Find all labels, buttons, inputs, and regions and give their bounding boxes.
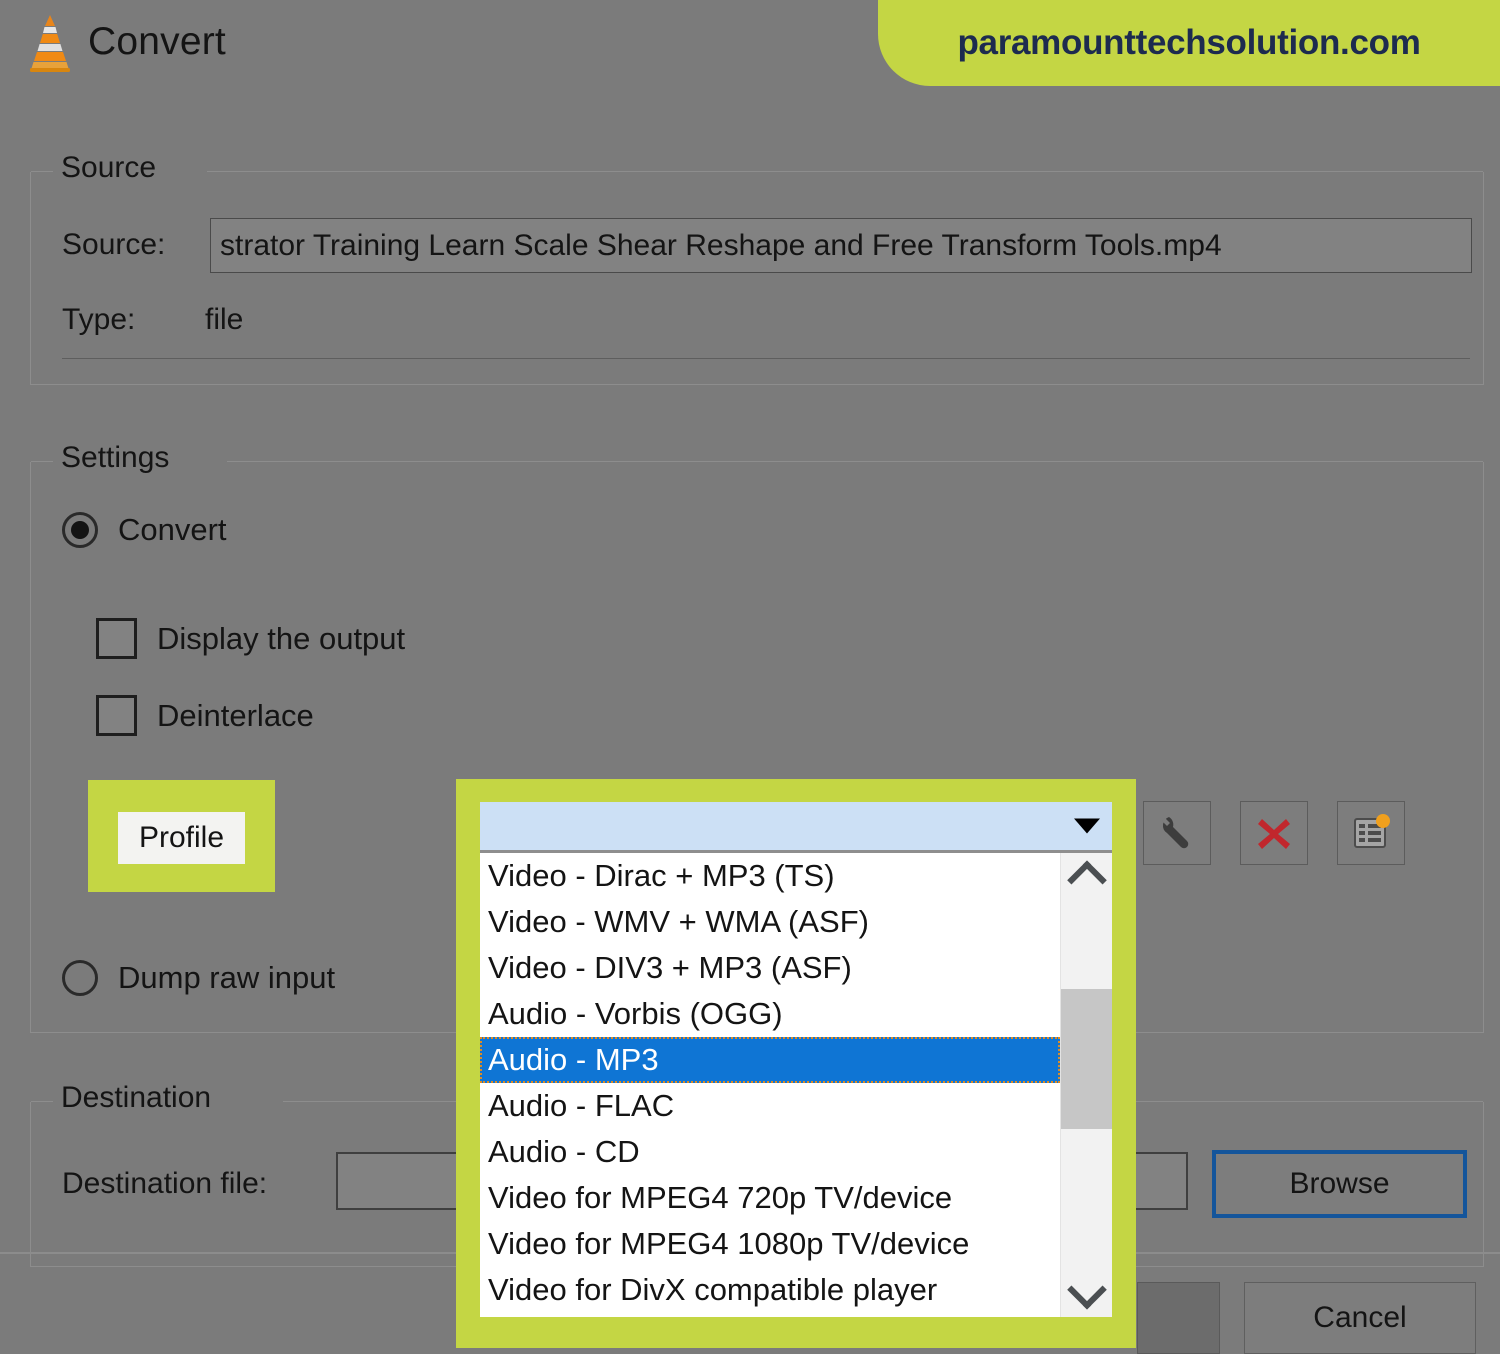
profile-option[interactable]: Video for MPEG4 720p TV/device — [480, 1175, 1060, 1221]
chevron-down-icon[interactable] — [1074, 818, 1100, 834]
cancel-button[interactable]: Cancel — [1244, 1282, 1476, 1354]
destination-group-title: Destination — [53, 1081, 220, 1115]
source-group-title: Source — [53, 151, 165, 185]
edit-profile-button[interactable] — [1143, 801, 1211, 865]
profile-option[interactable]: Video - Dirac + MP3 (TS) — [480, 853, 1060, 899]
profile-option[interactable]: Audio - Vorbis (OGG) — [480, 991, 1060, 1037]
profile-label: Profile — [118, 812, 245, 864]
vlc-cone-icon — [30, 15, 70, 72]
start-button[interactable] — [1137, 1282, 1220, 1354]
source-input[interactable]: strator Training Learn Scale Shear Resha… — [210, 218, 1472, 273]
radio-convert-indicator[interactable] — [62, 512, 98, 548]
profile-option[interactable]: Video for MPEG4 1080p TV/device — [480, 1221, 1060, 1267]
profile-option[interactable]: Video - WMV + WMA (ASF) — [480, 899, 1060, 945]
profile-option[interactable]: Video - DIV3 + MP3 (ASF) — [480, 945, 1060, 991]
profile-combobox[interactable] — [480, 802, 1112, 853]
scrollbar-thumb[interactable] — [1061, 989, 1112, 1129]
settings-group-title: Settings — [53, 441, 178, 475]
checkbox-display-the-output-indicator[interactable] — [96, 618, 137, 659]
browse-button[interactable]: Browse — [1212, 1150, 1467, 1218]
watermark-text: paramounttechsolution.com — [957, 23, 1421, 62]
scroll-down-button[interactable] — [1061, 1269, 1112, 1317]
new-profile-button[interactable] — [1337, 801, 1405, 865]
radio-convert-label: Convert — [118, 512, 227, 547]
source-label: Source: — [62, 228, 166, 261]
wrench-icon — [1162, 817, 1189, 849]
close-icon — [1258, 819, 1290, 849]
profile-option-column: Video - Dirac + MP3 (TS) Video - WMV + WM… — [480, 853, 1060, 1317]
checkbox-deinterlace-indicator[interactable] — [96, 695, 137, 736]
delete-profile-button[interactable] — [1240, 801, 1308, 865]
radio-convert[interactable]: Convert — [62, 512, 227, 548]
profile-option[interactable]: Video for DivX compatible player — [480, 1267, 1060, 1313]
profile-option[interactable]: Audio - CD — [480, 1129, 1060, 1175]
profile-option[interactable]: Audio - MP3 — [480, 1037, 1060, 1083]
type-label: Type: — [62, 303, 136, 336]
checkbox-display-the-output[interactable]: Display the output — [96, 618, 405, 659]
profile-list-scrollbar[interactable] — [1060, 853, 1112, 1317]
scroll-up-button[interactable] — [1061, 853, 1112, 901]
source-divider — [62, 358, 1470, 359]
profile-dropdown-popup: Video - Dirac + MP3 (TS) Video - WMV + WM… — [456, 779, 1136, 1348]
chevron-down-icon — [1066, 1269, 1107, 1310]
radio-dump-raw-input-indicator[interactable] — [62, 960, 98, 996]
checkbox-display-the-output-label: Display the output — [157, 620, 406, 656]
profile-option-list[interactable]: Video - Dirac + MP3 (TS) Video - WMV + WM… — [480, 853, 1112, 1317]
source-groupbox: Source — [30, 151, 1484, 385]
watermark-banner: paramounttechsolution.com — [878, 0, 1500, 86]
radio-dump-raw-input-label: Dump raw input — [118, 960, 336, 995]
checkbox-deinterlace[interactable]: Deinterlace — [96, 695, 314, 736]
profile-option[interactable]: Audio - FLAC — [480, 1083, 1060, 1129]
checkbox-deinterlace-label: Deinterlace — [157, 697, 314, 733]
type-value: file — [205, 303, 244, 336]
page-title: Convert — [88, 20, 226, 63]
radio-dump-raw-input[interactable]: Dump raw input — [62, 960, 335, 996]
chevron-up-icon — [1066, 860, 1107, 901]
destination-file-label: Destination file: — [62, 1167, 268, 1200]
new-profile-icon — [1354, 814, 1390, 848]
